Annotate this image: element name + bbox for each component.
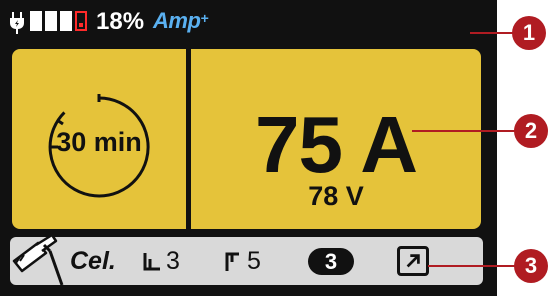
vrd-button[interactable] [397, 246, 429, 276]
arc-force-icon [225, 252, 239, 271]
electrode-holder-icon[interactable] [10, 233, 68, 289]
callout-marker-2: 2 [514, 114, 548, 148]
battery-cell [45, 11, 57, 31]
battery-cell [60, 11, 72, 31]
welding-current: 75 A [254, 100, 418, 189]
hot-start-setting[interactable]: 3 [142, 247, 180, 275]
callout-line-1 [470, 32, 514, 34]
mode-label: Amp [153, 8, 201, 33]
timer-remaining: 30 min [56, 127, 142, 157]
plug-icon [10, 12, 24, 34]
arc-force-value: 5 [247, 247, 261, 275]
battery-cell-low [75, 11, 87, 31]
callout-line-3 [428, 265, 516, 267]
hot-start-icon [143, 253, 160, 271]
callout-marker-3: 3 [514, 249, 548, 283]
display-screen: 18% Amp+ 30 min 75 A 78 V Cel. 3 5 3 [0, 0, 497, 296]
battery-percent: 18% [96, 8, 145, 35]
settings-bar: Cel. 3 5 3 [10, 233, 483, 286]
arc-force-setting[interactable]: 5 [223, 247, 261, 275]
welding-voltage: 78 V [308, 181, 364, 211]
amp-plus-mode: Amp+ [153, 7, 209, 35]
arrow-up-right-icon [406, 254, 420, 268]
timer-panel[interactable]: 30 min [12, 49, 186, 229]
callout-marker-1: 1 [512, 16, 546, 50]
current-panel[interactable]: 75 A 78 V [191, 49, 481, 229]
electrode-type[interactable]: Cel. [70, 247, 116, 275]
program-number-badge[interactable]: 3 [308, 248, 354, 275]
hot-start-value: 3 [166, 247, 180, 275]
battery-cell [30, 11, 42, 31]
status-bar: 18% Amp+ [0, 0, 497, 48]
callout-line-2 [412, 130, 516, 132]
mode-suffix: + [200, 10, 209, 26]
